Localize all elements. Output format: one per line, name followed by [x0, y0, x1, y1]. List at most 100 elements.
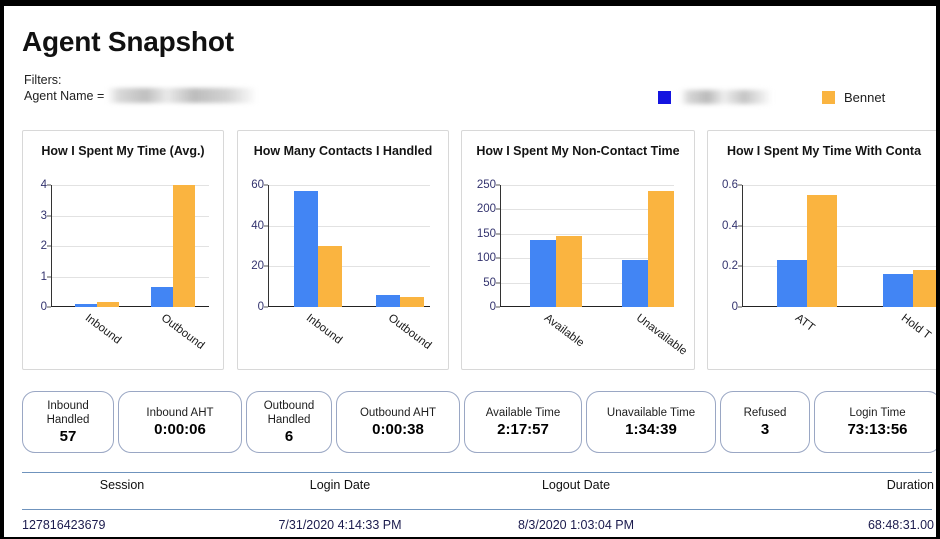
bar-group: [611, 185, 685, 307]
y-axis-tick-label: 0.6: [722, 179, 738, 191]
chart-axes: 0 20 40 60: [251, 179, 430, 313]
kpi-label: Refused: [743, 406, 787, 419]
x-axis-labels: ATT Hold T: [742, 307, 936, 369]
screenshot-viewport: Agent Snapshot Filters: Agent Name = Ben…: [0, 0, 940, 539]
chart-inner: 0 20 40 60 Inbound Outbound: [251, 179, 434, 369]
bar[interactable]: [556, 235, 582, 307]
legend-swatch-icon: [822, 90, 835, 104]
y-axis-tick-label: 50: [483, 276, 496, 289]
filters-label: Filters:: [24, 73, 62, 87]
bar[interactable]: [913, 270, 936, 307]
table-row[interactable]: 127816423679 7/31/2020 4:14:33 PM 8/3/20…: [4, 515, 936, 537]
page-title: Agent Snapshot: [22, 26, 234, 57]
bar[interactable]: [376, 294, 400, 307]
x-axis-tick-label: ATT: [792, 312, 817, 335]
filter-agent-name-label: Agent Name =: [24, 89, 105, 103]
column-header-duration[interactable]: Duration: [704, 475, 936, 495]
bar[interactable]: [530, 239, 556, 307]
table-rule-header: [22, 509, 932, 510]
chart-title: How I Spent My Time (Avg.): [41, 144, 205, 158]
bar-group: [142, 185, 204, 307]
column-header-session[interactable]: Session: [22, 475, 222, 495]
report-header: Agent Snapshot Filters: Agent Name = Ben…: [4, 6, 936, 124]
y-axis-tick-label: 40: [251, 219, 264, 232]
y-axis-tick-label: 250: [476, 179, 496, 191]
filter-agent-name: Agent Name =: [24, 88, 258, 104]
bar[interactable]: [294, 191, 318, 307]
kpi-value: 6: [284, 427, 294, 445]
chart-card-non-contact-time[interactable]: How I Spent My Non-Contact Time 0 50 100 15…: [461, 130, 695, 370]
chart-title: How I Spent My Non-Contact Time: [476, 144, 680, 158]
x-axis-labels: Inbound Outbound: [51, 307, 209, 369]
table-rule-top: [22, 472, 932, 473]
charts-row: How I Spent My Time (Avg.) 0 1 2 3 4 Inbound O…: [4, 130, 936, 372]
bar[interactable]: [400, 296, 424, 307]
bar-group: [765, 185, 849, 307]
bar[interactable]: [807, 195, 837, 307]
chart-title: How I Spent My Time With Conta: [726, 144, 922, 158]
bar-group: [367, 185, 433, 307]
chart-card-time-avg[interactable]: How I Spent My Time (Avg.) 0 1 2 3 4 Inbound O…: [22, 130, 224, 370]
chart-axes: 0 0.2 0.4 0.6: [722, 179, 936, 313]
column-header-login-date[interactable]: Login Date: [226, 475, 454, 495]
bar[interactable]: [622, 260, 648, 307]
filters-block: Filters: Agent Name =: [24, 72, 258, 104]
kpi-card[interactable]: Login Time 73:13:56: [814, 391, 936, 453]
chart-title: How Many Contacts I Handled: [253, 144, 433, 158]
y-axis-tick-label: 100: [476, 252, 496, 265]
kpi-card[interactable]: Outbound Handled 6: [246, 391, 332, 453]
x-axis-labels: Available Unavailable: [500, 307, 689, 369]
chart-plot-area: 0 20 40 60 Inbound Outbound: [238, 177, 448, 369]
legend-label: [680, 90, 772, 104]
chart-bars: [269, 185, 430, 307]
bar-group: [519, 185, 593, 307]
kpi-card[interactable]: Inbound Handled 57: [22, 391, 114, 453]
legend-item-series-1[interactable]: [658, 86, 772, 108]
sessions-table: Session Login Date Logout Date Duration …: [4, 472, 936, 537]
x-axis-tick-label: Inbound: [303, 312, 345, 347]
cell-login-date: 7/31/2020 4:14:33 PM: [278, 518, 402, 532]
legend-label: Bennet: [844, 89, 886, 105]
x-axis-tick-label: Unavailable: [633, 312, 690, 358]
report-page: Agent Snapshot Filters: Agent Name = Ben…: [4, 6, 936, 537]
column-header-logout-date[interactable]: Logout Date: [456, 475, 696, 495]
table-header-row: Session Login Date Logout Date Duration: [4, 475, 936, 503]
kpi-card[interactable]: Inbound AHT 0:00:06: [118, 391, 242, 453]
bar[interactable]: [883, 274, 913, 307]
chart-card-contacts-handled[interactable]: How Many Contacts I Handled 0 20 40 60 Inbou…: [237, 130, 449, 370]
x-axis-tick-label: Inbound: [82, 312, 124, 347]
bar[interactable]: [173, 185, 195, 307]
y-axis-tick-label: 0.4: [722, 219, 738, 232]
kpi-card[interactable]: Unavailable Time 1:34:39: [586, 391, 716, 453]
bar[interactable]: [318, 246, 342, 307]
kpi-value: 73:13:56: [847, 420, 908, 438]
chart-card-time-with-contacts[interactable]: How I Spent My Time With Conta 0 0.2 0.4 0.…: [707, 130, 936, 370]
chart-bars: [52, 185, 209, 307]
filter-agent-name-value-redacted: [107, 88, 258, 103]
kpi-card-row: Inbound Handled 57 Inbound AHT 0:00:06 Outbo…: [4, 391, 936, 457]
chart-axes: 01234: [41, 179, 209, 313]
chart-plot-area: 0 50 100 150 200 250 Available Unavailable: [462, 177, 694, 369]
chart-inner: 0 0.2 0.4 0.6 ATT Hold T: [722, 179, 936, 369]
cell-logout-date: 8/3/2020 1:03:04 PM: [517, 518, 635, 532]
legend-item-series-2[interactable]: Bennet: [822, 86, 885, 108]
kpi-label: Unavailable Time: [606, 406, 696, 419]
kpi-value: 0:00:38: [372, 420, 424, 438]
chart-legend: Bennet: [644, 86, 936, 112]
kpi-card[interactable]: Refused 3: [720, 391, 810, 453]
bar[interactable]: [151, 287, 173, 307]
bar-group: [285, 185, 351, 307]
bar-group: [871, 185, 936, 307]
x-axis-tick-label: Outbound: [158, 312, 207, 352]
x-axis-tick-label: Hold T: [898, 312, 933, 342]
bar[interactable]: [648, 190, 674, 307]
y-axis-tick-label: 60: [251, 179, 264, 191]
bar[interactable]: [777, 260, 807, 307]
kpi-card[interactable]: Available Time 2:17:57: [464, 391, 582, 453]
kpi-label: Login Time: [849, 406, 906, 419]
kpi-value: 2:17:57: [497, 420, 549, 438]
y-axis-tick-label: 150: [476, 227, 496, 240]
chart-bars: [743, 185, 936, 307]
y-axis-tick-label: 200: [476, 203, 496, 216]
kpi-card[interactable]: Outbound AHT 0:00:38: [336, 391, 460, 453]
